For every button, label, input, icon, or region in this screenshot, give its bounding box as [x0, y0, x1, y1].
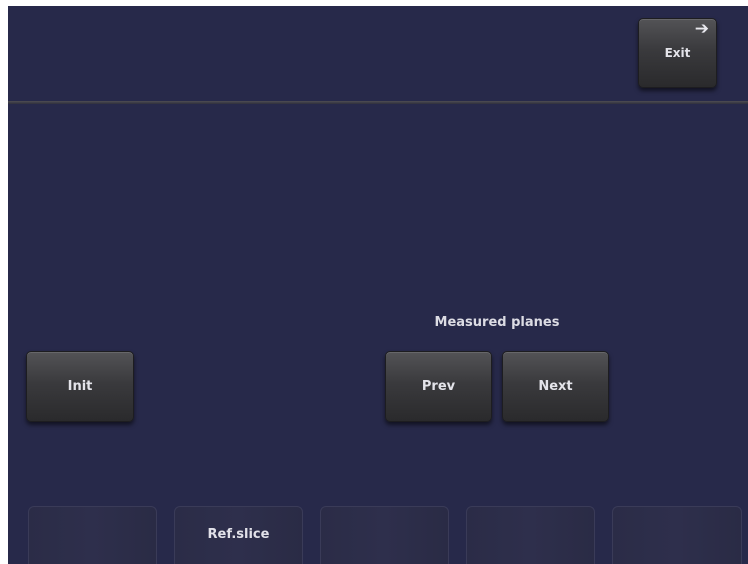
- header-divider: [8, 101, 748, 104]
- softkey-5[interactable]: [612, 506, 742, 564]
- measured-planes-label: Measured planes: [434, 315, 560, 330]
- next-button[interactable]: Next: [502, 351, 609, 422]
- ref-slice-label: Ref.slice: [207, 526, 270, 542]
- ref-slice-softkey[interactable]: Ref.slice: [174, 506, 303, 564]
- softkey-4[interactable]: [466, 506, 595, 564]
- init-button[interactable]: Init: [26, 351, 134, 422]
- softkey-1[interactable]: [28, 506, 157, 564]
- exit-button[interactable]: ➔ Exit: [638, 18, 717, 88]
- exit-button-label: Exit: [664, 46, 691, 60]
- next-button-label: Next: [538, 379, 573, 394]
- arrow-right-icon: ➔: [694, 19, 709, 39]
- prev-button-label: Prev: [421, 379, 456, 394]
- init-button-label: Init: [67, 379, 93, 394]
- softkey-3[interactable]: [320, 506, 449, 564]
- ultrasound-touch-panel: ➔ Exit Init Measured planes Prev Next Re…: [8, 6, 748, 564]
- prev-button[interactable]: Prev: [385, 351, 492, 422]
